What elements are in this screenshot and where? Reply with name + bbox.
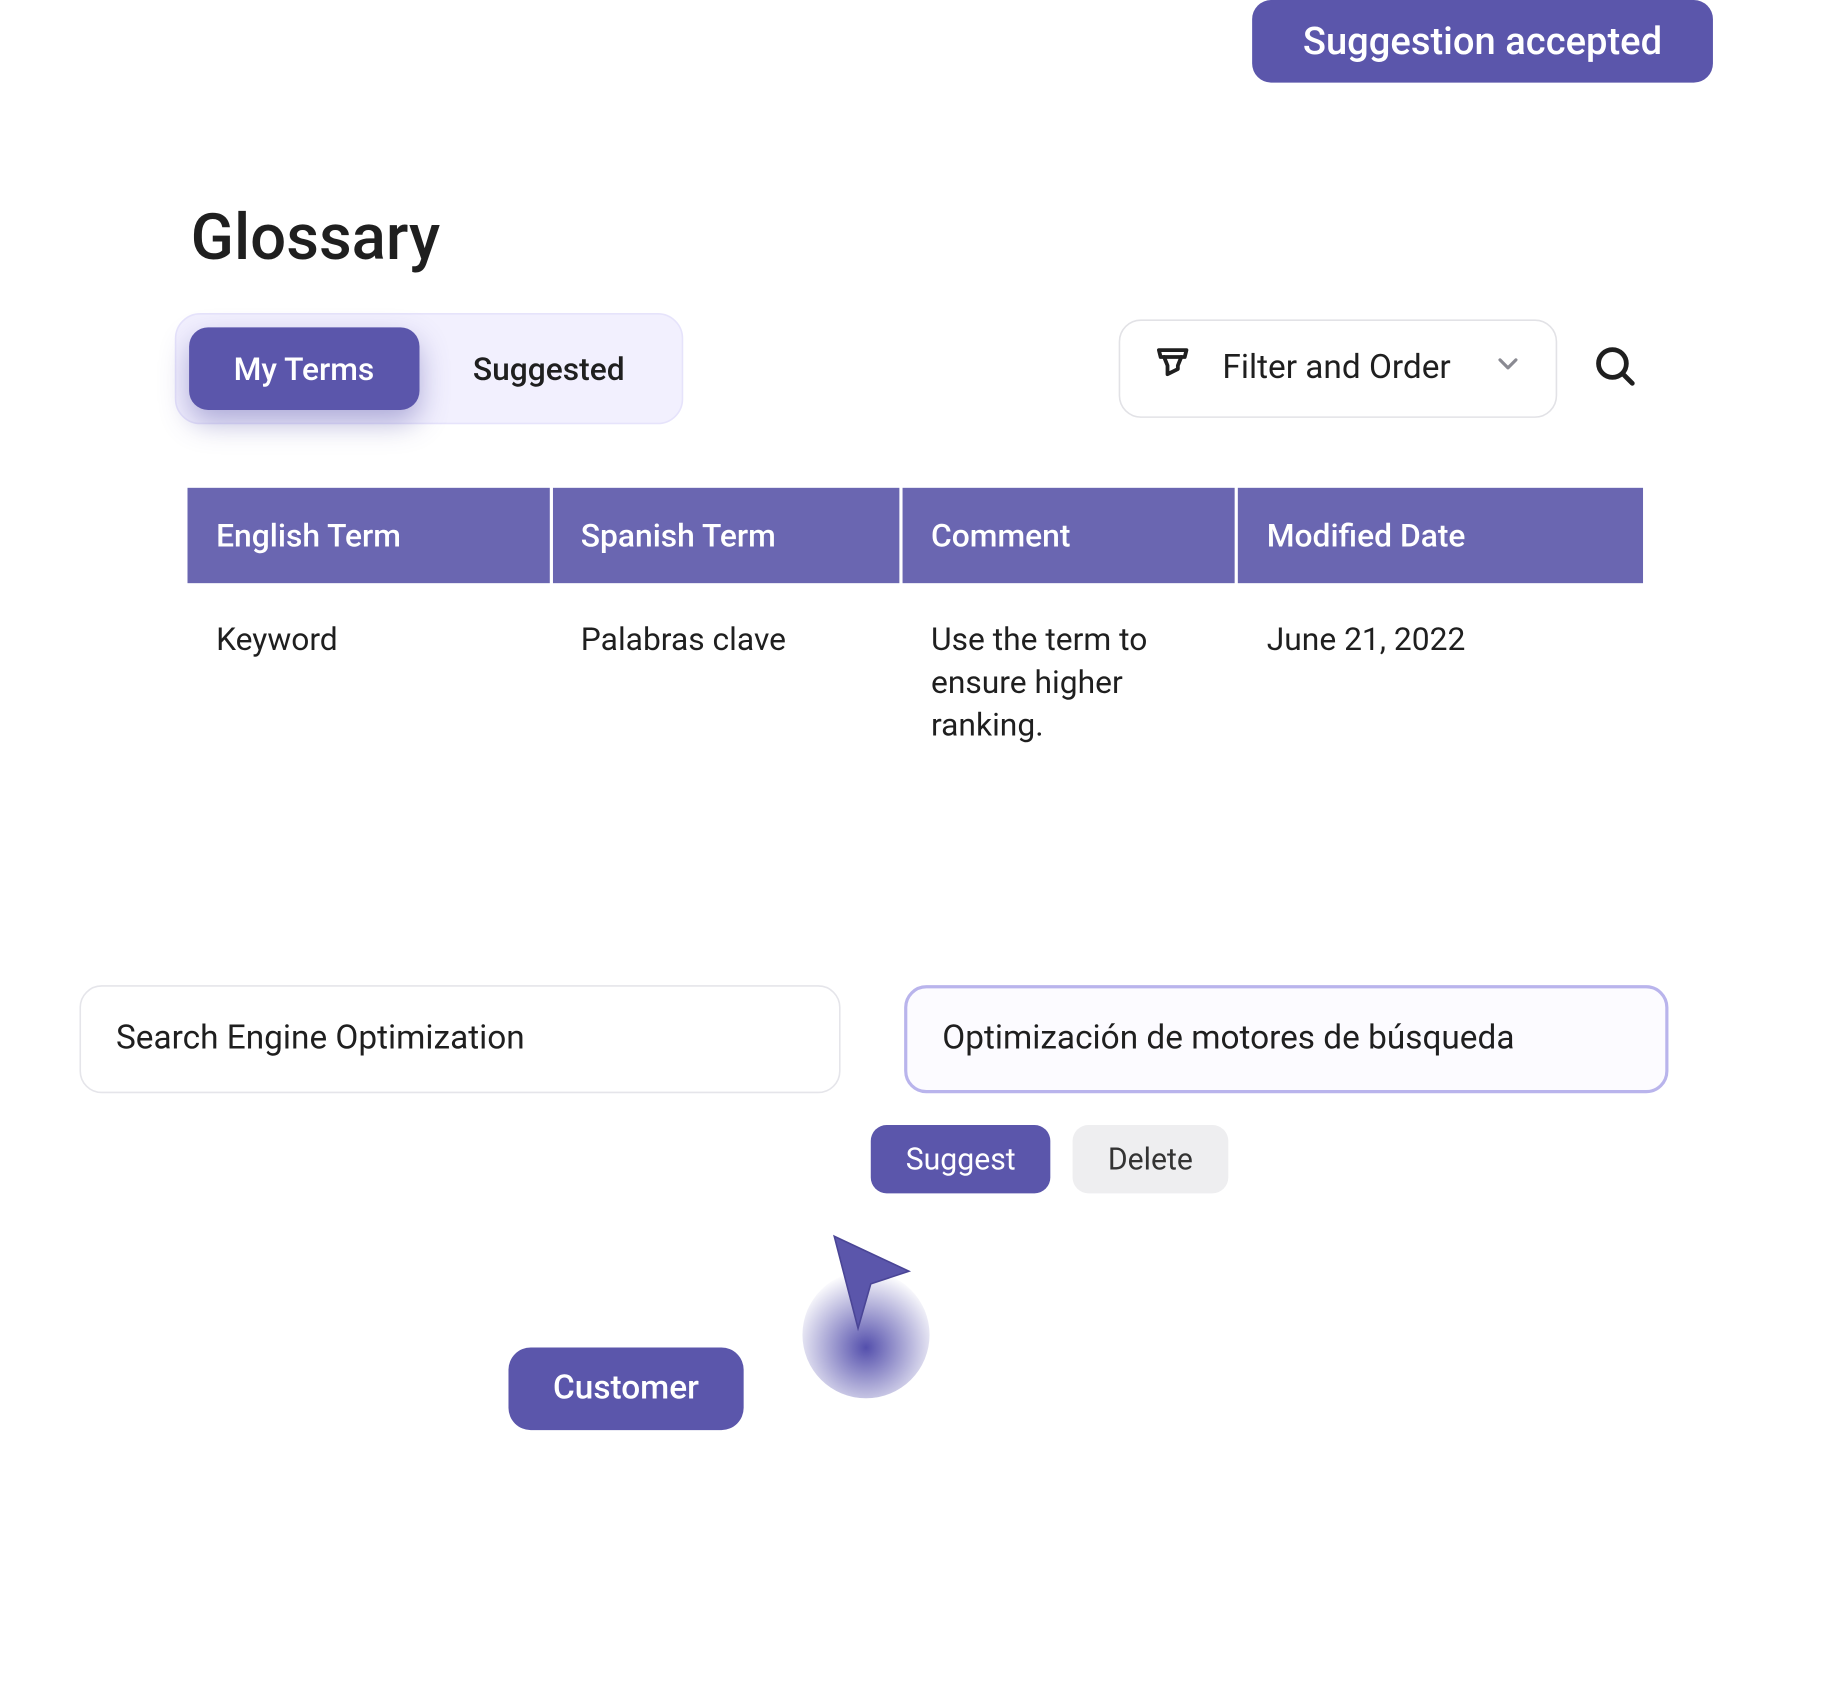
presence-user-label: Customer [553, 1370, 699, 1408]
glossary-table: English Term Spanish Term Comment Modifi… [184, 488, 1646, 763]
suggestion-form-panel: Suggest Delete [16, 887, 1761, 1238]
chevron-down-icon [1492, 348, 1524, 389]
suggest-button[interactable]: Suggest [871, 1125, 1051, 1193]
cell-comment: Use the term to ensure higher ranking. [902, 583, 1235, 763]
toolbar-right: Filter and Order [1119, 319, 1643, 418]
remote-cursor-icon [795, 1224, 938, 1383]
col-english: English Term [188, 488, 549, 583]
col-comment: Comment [902, 488, 1235, 583]
cell-spanish: Palabras clave [552, 583, 899, 763]
target-term-input[interactable] [904, 985, 1668, 1093]
presence-user-tag: Customer [508, 1347, 743, 1430]
table-row[interactable]: Keyword Palabras clave Use the term to e… [188, 583, 1644, 763]
tab-my-terms[interactable]: My Terms [189, 327, 419, 410]
filter-icon [1152, 343, 1193, 394]
form-button-row: Suggest Delete [871, 1125, 1669, 1193]
table-header-row: English Term Spanish Term Comment Modifi… [188, 488, 1644, 583]
toast-suggestion-accepted: Suggestion accepted [1252, 0, 1713, 83]
filter-label: Filter and Order [1222, 350, 1450, 388]
tab-suggested[interactable]: Suggested [428, 327, 669, 410]
col-spanish: Spanish Term [552, 488, 899, 583]
search-icon [1591, 342, 1639, 396]
glossary-panel: Glossary My Terms Suggested [127, 137, 1703, 900]
cell-modified: June 21, 2022 [1238, 583, 1643, 763]
delete-button[interactable]: Delete [1073, 1125, 1228, 1193]
search-button[interactable] [1586, 340, 1643, 397]
tabs: My Terms Suggested [175, 313, 684, 424]
suggest-button-label: Suggest [906, 1141, 1016, 1178]
page-title: Glossary [191, 200, 1704, 275]
fields-row [79, 985, 1668, 1093]
source-term-input[interactable] [79, 985, 840, 1093]
delete-button-label: Delete [1108, 1141, 1193, 1178]
toolbar: My Terms Suggested Filter and Order [175, 313, 1643, 424]
tab-suggested-label: Suggested [473, 350, 625, 388]
toast-text: Suggestion accepted [1303, 19, 1662, 63]
tab-my-terms-label: My Terms [234, 350, 375, 388]
cell-english: Keyword [188, 583, 549, 763]
filter-and-order-dropdown[interactable]: Filter and Order [1119, 319, 1557, 418]
col-modified: Modified Date [1238, 488, 1643, 583]
